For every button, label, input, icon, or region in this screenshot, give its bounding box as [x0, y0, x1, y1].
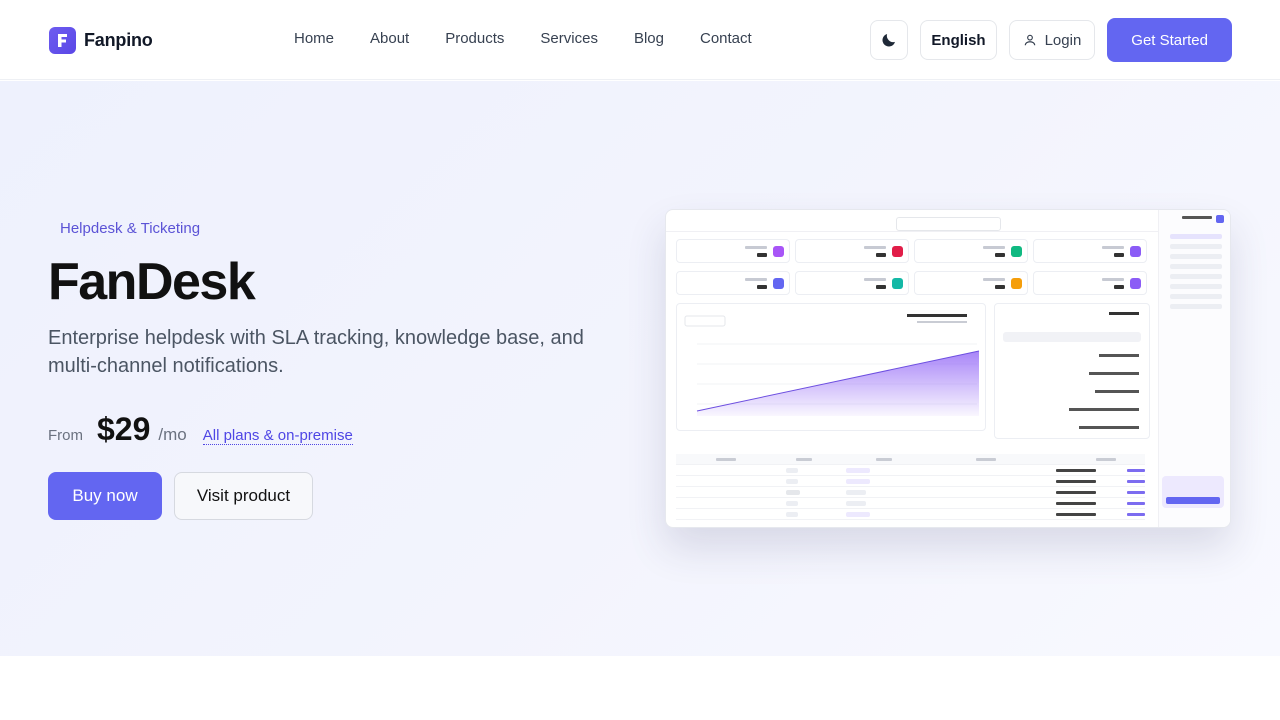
price-prefix: From: [48, 427, 83, 444]
nav-home[interactable]: Home: [294, 30, 334, 47]
product-description: Enterprise helpdesk with SLA tracking, k…: [48, 327, 584, 377]
all-plans-link[interactable]: All plans & on-premise: [202, 427, 353, 445]
brand[interactable]: Fanpino: [49, 27, 153, 54]
main-nav: Home About Products Services Blog Contac…: [294, 30, 788, 47]
product-title: FanDesk: [48, 253, 256, 311]
screenshot-sidebar: [1158, 210, 1230, 527]
brand-logo-icon: [49, 27, 76, 54]
site-header: Fanpino Home About Products Services Blo…: [0, 0, 1280, 80]
get-started-button[interactable]: Get Started: [1107, 18, 1232, 62]
page-bottom: [0, 656, 1280, 720]
buy-now-button[interactable]: Buy now: [48, 472, 162, 520]
nav-services[interactable]: Services: [540, 30, 598, 47]
brand-name: Fanpino: [84, 30, 153, 50]
hero-section: Helpdesk & Ticketing FanDesk Enterprise …: [0, 81, 1280, 656]
price-value: $29: [97, 411, 151, 447]
login-button[interactable]: Login: [1008, 20, 1096, 60]
screenshot-promo: [1162, 476, 1224, 508]
nav-products[interactable]: Products: [445, 30, 504, 47]
user-icon: [1024, 34, 1035, 46]
cta-row: Buy now Visit product: [48, 472, 313, 520]
price-row: From $29 /mo All plans & on-premise: [48, 411, 353, 448]
screenshot-notice: [896, 217, 1001, 231]
language-button[interactable]: English: [920, 20, 997, 60]
price-unit: /mo: [158, 425, 187, 444]
product-screenshot: [665, 209, 1231, 528]
screenshot-area-chart: [684, 314, 980, 416]
nav-blog[interactable]: Blog: [634, 30, 664, 47]
nav-about[interactable]: About: [370, 30, 409, 47]
category-badge: Helpdesk & Ticketing: [60, 220, 201, 237]
visit-product-button[interactable]: Visit product: [174, 472, 313, 520]
screenshot-chart-panel: [676, 303, 986, 431]
nav-contact[interactable]: Contact: [700, 30, 752, 47]
moon-icon: [882, 34, 896, 47]
login-label: Login: [1044, 31, 1082, 49]
screenshot-announcements-panel: [994, 303, 1150, 439]
header-actions: English Login Get Started: [870, 18, 1232, 62]
theme-toggle-button[interactable]: [870, 20, 909, 60]
